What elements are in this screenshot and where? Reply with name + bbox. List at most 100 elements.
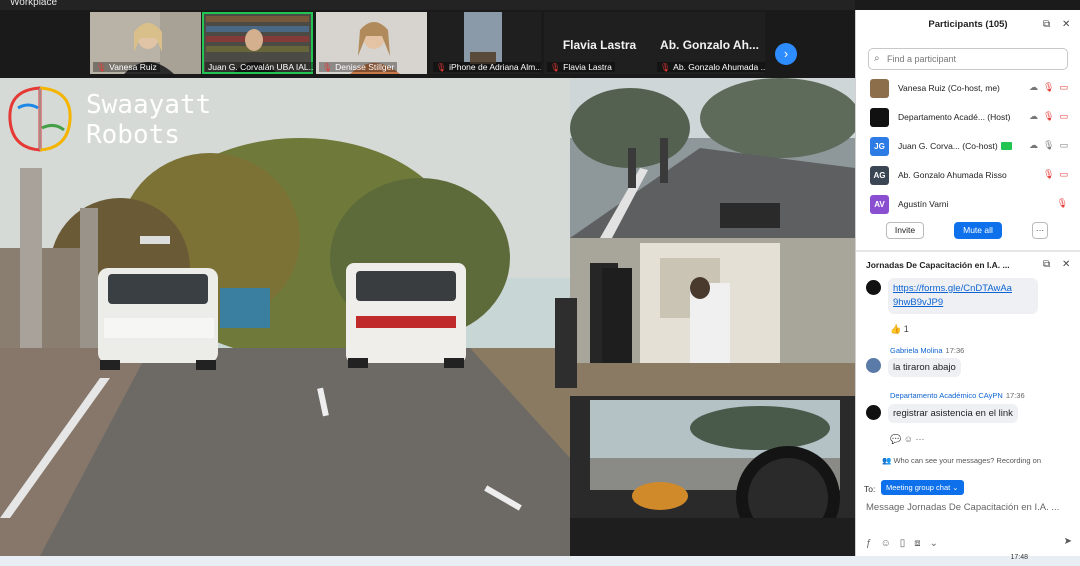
send-icon[interactable]: ➤ xyxy=(1064,536,1072,547)
chat-toolbar: ƒ ☺ ▯ ⧈ ⌄ xyxy=(866,538,947,549)
chat-message: registrar asistencia en el link xyxy=(888,404,1018,423)
mic-muted-icon: 🎙 xyxy=(322,63,333,72)
participant-row[interactable]: AV Agustín Varni 🎙 xyxy=(868,190,1068,219)
chat-privacy-notice[interactable]: 👥 Who can see your messages? Recording o… xyxy=(882,456,1041,465)
cloud-icon: ☁ xyxy=(1029,82,1039,92)
pop-out-icon[interactable]: ⧉ xyxy=(1043,19,1050,30)
participant-status-icons: ☁ 🎙 ▭ xyxy=(1024,140,1068,151)
taskbar-clock: 17:48 xyxy=(1010,554,1028,561)
message-sender: Departamento Académico CAyPN 17:36 xyxy=(890,391,1025,400)
close-icon[interactable]: ✕ xyxy=(1062,19,1070,30)
search-icon: ⌕ xyxy=(874,53,880,64)
side-camera-view xyxy=(555,238,855,396)
mic-muted-icon: 🎙 xyxy=(550,63,561,72)
video-tile-4[interactable]: 🎙 iPhone de Adriana Alm... xyxy=(430,12,541,74)
participant-list: Vanesa Ruiz (Co-host, me) ☁ 🎙 ▭ Departamen… xyxy=(868,74,1068,219)
more-options-button[interactable]: ··· xyxy=(1032,222,1048,239)
swaayatt-logo-text: Swaayatt Robots xyxy=(86,90,212,150)
mic-muted-icon: 🎙 xyxy=(660,63,671,72)
reply-icon[interactable]: 💬 xyxy=(890,434,901,444)
participant-name: Vanesa Ruiz (Co-host, me) xyxy=(898,83,1000,93)
video-tile-5[interactable]: Flavia Lastra 🎙 Flavia Lastra xyxy=(544,12,655,74)
mute-all-button[interactable]: Mute all xyxy=(954,222,1002,239)
participant-status-icons: 🎙 ▭ xyxy=(1038,169,1068,180)
panel-divider xyxy=(856,250,1080,252)
participant-row[interactable]: JG Juan G. Corva... (Co-host) ☁ 🎙 ▭ xyxy=(868,132,1068,161)
cloud-icon: ☁ xyxy=(1029,140,1039,150)
participant-row[interactable]: Vanesa Ruiz (Co-host, me) ☁ 🎙 ▭ xyxy=(868,74,1068,103)
side-panel: Participants (105) ⧉ ✕ ⌕ Find a particip… xyxy=(855,10,1080,556)
chat-title: Jornadas De Capacitación en I.A. ... xyxy=(866,260,1010,270)
to-label: To: xyxy=(864,484,876,494)
tile-name-1: 🎙 Vanesa Ruiz xyxy=(93,62,160,72)
invite-button[interactable]: Invite xyxy=(886,222,924,239)
participant-status-icons: ☁ 🎙 ▭ xyxy=(1024,82,1068,93)
video-tile-3[interactable]: 🎙 Denisse Stillger xyxy=(316,12,427,74)
participant-name: Ab. Gonzalo Ahumada Risso xyxy=(898,170,1007,180)
pop-out-icon[interactable]: ⧉ xyxy=(1043,259,1050,270)
people-icon: 👥 xyxy=(882,456,892,465)
more-icon[interactable]: ··· xyxy=(915,434,924,444)
video-gallery-strip: 🎙 Vanesa Ruiz Juan G. Corvalán UBA IAL... xyxy=(0,10,855,78)
tile-name-6: 🎙 Ab. Gonzalo Ahumada ... xyxy=(657,62,765,72)
participant-name: Juan G. Corva... (Co-host) xyxy=(898,141,1012,151)
participant-row[interactable]: Departamento Acadé... (Host) ☁ 🎙 ▭ xyxy=(868,103,1068,132)
avatar: JG xyxy=(870,137,889,156)
video-tile-2[interactable]: Juan G. Corvalán UBA IAL... xyxy=(202,12,313,74)
avatar: AV xyxy=(870,195,889,214)
message-sender: Gabriela Molina 17:36 xyxy=(890,346,965,355)
cabin-camera-view xyxy=(570,396,855,556)
video-icon[interactable]: ▭ xyxy=(1059,140,1068,150)
screen-share-icon xyxy=(1000,142,1012,150)
participant-name: Agustín Varni xyxy=(898,199,949,209)
mic-icon[interactable]: 🎙 xyxy=(1043,140,1054,150)
avatar xyxy=(870,79,889,98)
chevron-down-icon[interactable]: ⌄ xyxy=(930,538,938,549)
close-icon[interactable]: ✕ xyxy=(1062,259,1070,270)
form-link[interactable]: https://forms.gle/CnDTAwAa 9hwB9vJP9 xyxy=(893,283,1012,308)
participant-search-input[interactable]: ⌕ Find a participant xyxy=(868,48,1068,70)
mic-muted-icon[interactable]: 🎙 xyxy=(1043,169,1054,179)
avatar: AG xyxy=(870,166,889,185)
sender-avatar xyxy=(866,405,881,420)
video-off-icon[interactable]: ▭ xyxy=(1059,169,1068,179)
mic-muted-icon[interactable]: 🎙 xyxy=(1057,198,1068,208)
mic-muted-icon: 🎙 xyxy=(96,63,107,72)
tile-name-3: 🎙 Denisse Stillger xyxy=(319,62,398,72)
message-actions[interactable]: 💬 ☺ ··· xyxy=(890,434,924,445)
zoom-window: Workplace 🎙 Vanesa Ruiz Juan G. Corvalán… xyxy=(0,0,1080,566)
mic-muted-icon[interactable]: 🎙 xyxy=(1043,111,1054,121)
format-icon[interactable]: ƒ xyxy=(866,538,872,549)
chat-link-bubble[interactable]: https://forms.gle/CnDTAwAa 9hwB9vJP9 xyxy=(888,278,1038,314)
os-taskbar: 17:48 xyxy=(0,554,1080,566)
participant-status-icons: ☁ 🎙 ▭ xyxy=(1024,111,1068,122)
video-off-icon[interactable]: ▭ xyxy=(1059,82,1068,92)
tile-display-name-5: Flavia Lastra xyxy=(562,38,637,52)
recipient-dropdown[interactable]: Meeting group chat ⌄ xyxy=(881,480,964,495)
emoji-icon[interactable]: ☺ xyxy=(881,538,891,549)
emoji-icon[interactable]: ☺ xyxy=(904,434,913,444)
sender-avatar xyxy=(866,358,881,373)
video-off-icon[interactable]: ▭ xyxy=(1059,111,1068,121)
avatar xyxy=(870,108,889,127)
chat-message: la tiraron abajo xyxy=(888,358,961,377)
tile-name-4: 🎙 iPhone de Adriana Alm... xyxy=(433,62,541,72)
chat-message-input[interactable]: Message Jornadas De Capacitación en I.A.… xyxy=(866,502,1076,513)
tile-name-5: 🎙 Flavia Lastra xyxy=(547,62,615,72)
chevron-right-icon[interactable]: › xyxy=(775,43,797,65)
file-icon[interactable]: ▯ xyxy=(900,538,906,549)
thumbs-up-reaction[interactable]: 👍 1 xyxy=(890,324,909,335)
tile-display-name-6: Ab. Gonzalo Ah... xyxy=(660,38,759,52)
top-strip: Workplace xyxy=(0,0,855,10)
screenshot-icon[interactable]: ⧈ xyxy=(914,538,920,549)
cloud-icon: ☁ xyxy=(1029,111,1039,121)
mic-muted-icon: 🎙 xyxy=(436,63,447,72)
video-tile-6[interactable]: Ab. Gonzalo Ah... 🎙 Ab. Gonzalo Ahumada .… xyxy=(654,12,765,74)
tile-name-2: Juan G. Corvalán UBA IAL... xyxy=(205,62,313,72)
video-tile-1[interactable]: 🎙 Vanesa Ruiz xyxy=(90,12,201,74)
participant-status-icons: 🎙 xyxy=(1052,198,1068,209)
rear-camera-view xyxy=(570,78,855,238)
sender-avatar xyxy=(866,280,881,295)
participant-row[interactable]: AG Ab. Gonzalo Ahumada Risso 🎙 ▭ xyxy=(868,161,1068,190)
mic-muted-icon[interactable]: 🎙 xyxy=(1043,82,1054,92)
